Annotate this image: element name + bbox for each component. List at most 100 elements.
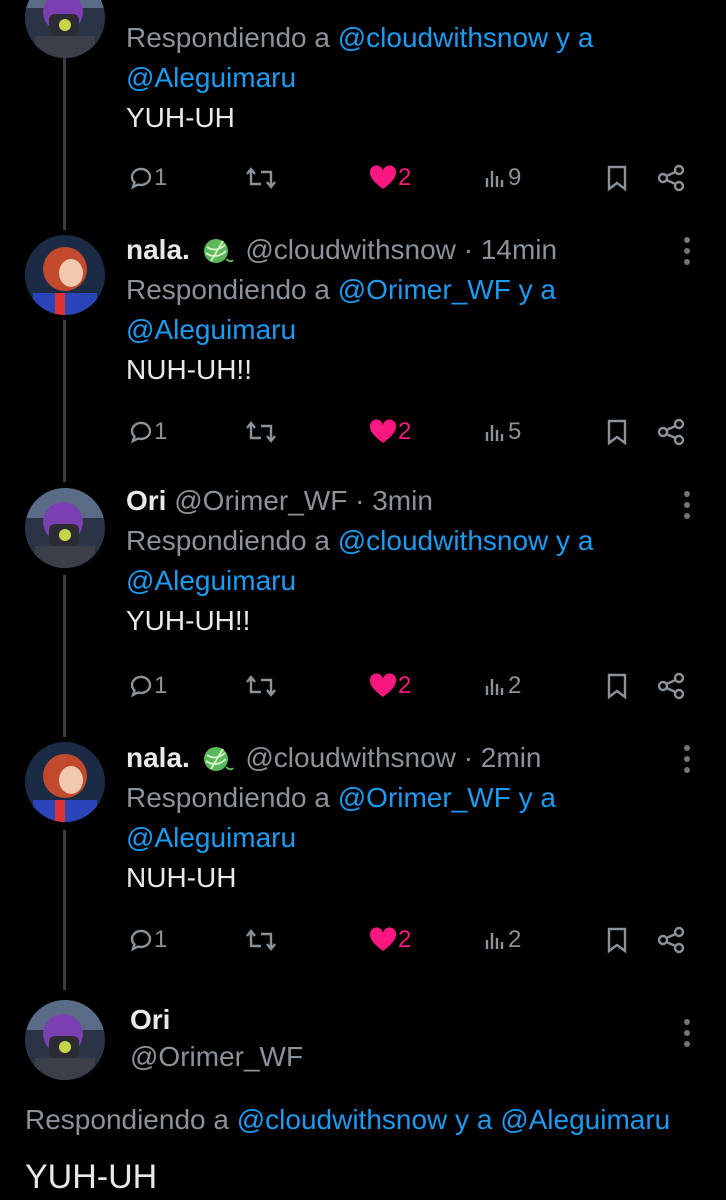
reply-context: Respondiendo a @Orimer_WF y a bbox=[126, 782, 556, 813]
thread-line bbox=[63, 320, 66, 482]
avatar-ori[interactable] bbox=[25, 0, 105, 58]
reply-button[interactable]: 1 bbox=[128, 412, 167, 452]
retweet-button[interactable] bbox=[244, 158, 278, 198]
display-name[interactable]: nala. bbox=[126, 742, 190, 773]
tweet-actions: 1 2 9 bbox=[126, 158, 696, 198]
reply-icon bbox=[130, 167, 152, 190]
like-button[interactable]: 2 bbox=[368, 920, 411, 960]
reply-count: 1 bbox=[154, 926, 168, 953]
share-icon bbox=[657, 418, 685, 446]
more-icon bbox=[684, 1019, 690, 1025]
display-name[interactable]: Ori bbox=[126, 485, 166, 516]
retweet-icon bbox=[246, 421, 276, 443]
view-count: 9 bbox=[508, 164, 522, 191]
like-count: 2 bbox=[398, 672, 412, 699]
view-count: 2 bbox=[508, 926, 522, 953]
bookmark-button[interactable] bbox=[604, 666, 630, 706]
avatar-ori[interactable] bbox=[25, 1000, 105, 1080]
yarn-ball-icon bbox=[203, 746, 234, 771]
reply-icon bbox=[130, 421, 152, 444]
retweet-button[interactable] bbox=[244, 920, 278, 960]
like-button[interactable]: 2 bbox=[368, 158, 411, 198]
avatar-ori[interactable] bbox=[25, 488, 105, 568]
share-button[interactable] bbox=[656, 158, 686, 198]
bookmark-button[interactable] bbox=[604, 920, 630, 960]
more-options-button[interactable] bbox=[684, 1019, 692, 1052]
thread-line bbox=[63, 55, 66, 230]
tweet-text: YUH-UH bbox=[126, 102, 235, 133]
avatar-nala[interactable] bbox=[25, 742, 105, 822]
reply-button[interactable]: 1 bbox=[128, 666, 167, 706]
reply-button[interactable]: 1 bbox=[128, 158, 167, 198]
tweet-text: NUH-UH!! bbox=[126, 354, 252, 385]
mention-link[interactable]: @cloudwithsnow bbox=[338, 525, 549, 556]
bookmark-button[interactable] bbox=[604, 412, 630, 452]
views-icon bbox=[485, 933, 504, 949]
mention-link[interactable]: @cloudwithsnow bbox=[237, 1104, 448, 1135]
tweet-text: YUH-UH!! bbox=[126, 605, 251, 636]
views-button[interactable]: 9 bbox=[482, 158, 521, 198]
share-button[interactable] bbox=[656, 412, 686, 452]
view-count: 2 bbox=[508, 672, 522, 699]
reply-context: Respondiendo a @Orimer_WF y a bbox=[126, 274, 556, 305]
display-name[interactable]: nala. bbox=[126, 234, 190, 265]
bookmark-button[interactable] bbox=[604, 158, 630, 198]
mention-link[interactable]: @Aleguimaru bbox=[126, 58, 696, 98]
heart-icon bbox=[369, 165, 397, 189]
reply-context: Respondiendo a @cloudwithsnow y a @Alegu… bbox=[25, 1104, 671, 1135]
heart-icon bbox=[369, 673, 397, 697]
thread-line bbox=[63, 575, 66, 737]
bookmark-icon bbox=[607, 927, 627, 954]
timestamp[interactable]: 3min bbox=[372, 485, 433, 516]
mention-link[interactable]: @Aleguimaru bbox=[126, 561, 696, 601]
mention-link[interactable]: @Aleguimaru bbox=[126, 310, 696, 350]
heart-icon bbox=[369, 927, 397, 951]
like-button[interactable]: 2 bbox=[368, 412, 411, 452]
tweet-text: YUH-UH bbox=[25, 1158, 158, 1196]
views-button[interactable]: 5 bbox=[482, 412, 521, 452]
like-count: 2 bbox=[398, 418, 412, 445]
user-handle[interactable]: @Orimer_WF bbox=[174, 485, 347, 516]
timestamp[interactable]: 2min bbox=[481, 742, 542, 773]
retweet-icon bbox=[246, 929, 276, 951]
reply-button[interactable]: 1 bbox=[128, 920, 167, 960]
reply-count: 1 bbox=[154, 672, 168, 699]
retweet-icon bbox=[246, 675, 276, 697]
share-icon bbox=[657, 672, 685, 700]
share-button[interactable] bbox=[656, 920, 686, 960]
view-count: 5 bbox=[508, 418, 522, 445]
mention-link[interactable]: @Aleguimaru bbox=[500, 1104, 670, 1135]
reply-context: Respondiendo a @cloudwithsnow y a bbox=[126, 22, 594, 53]
reply-count: 1 bbox=[154, 164, 168, 191]
retweet-button[interactable] bbox=[244, 666, 278, 706]
like-button[interactable]: 2 bbox=[368, 666, 411, 706]
display-name[interactable]: Ori bbox=[130, 1000, 170, 1040]
tweet-header: Ori @Orimer_WF · 3min bbox=[126, 485, 433, 516]
reply-context: Respondiendo a @cloudwithsnow y a bbox=[126, 525, 594, 556]
views-button[interactable]: 2 bbox=[482, 666, 521, 706]
reply-icon bbox=[130, 929, 152, 952]
tweet-actions: 1 2 2 bbox=[126, 666, 696, 706]
mention-link[interactable]: @Orimer_WF bbox=[338, 782, 511, 813]
retweet-icon bbox=[246, 167, 276, 189]
retweet-button[interactable] bbox=[244, 412, 278, 452]
user-handle[interactable]: @cloudwithsnow bbox=[245, 234, 456, 265]
tweet-header: nala. @cloudwithsnow · 14min bbox=[126, 234, 558, 265]
thread-line bbox=[63, 830, 66, 990]
reply-icon bbox=[130, 675, 152, 698]
bookmark-icon bbox=[607, 673, 627, 700]
bookmark-icon bbox=[607, 419, 627, 446]
user-handle[interactable]: @cloudwithsnow bbox=[245, 742, 456, 773]
mention-link[interactable]: @cloudwithsnow bbox=[338, 22, 549, 53]
yarn-ball-icon bbox=[203, 238, 234, 263]
mention-link[interactable]: @Orimer_WF bbox=[338, 274, 511, 305]
views-icon bbox=[485, 679, 504, 695]
tweet-text: NUH-UH bbox=[126, 862, 237, 893]
share-button[interactable] bbox=[656, 666, 686, 706]
mention-link[interactable]: @Aleguimaru bbox=[126, 818, 696, 858]
timestamp[interactable]: 14min bbox=[481, 234, 557, 265]
bookmark-icon bbox=[607, 165, 627, 192]
user-handle[interactable]: @Orimer_WF bbox=[130, 1037, 303, 1077]
avatar-nala[interactable] bbox=[25, 235, 105, 315]
views-button[interactable]: 2 bbox=[482, 920, 521, 960]
